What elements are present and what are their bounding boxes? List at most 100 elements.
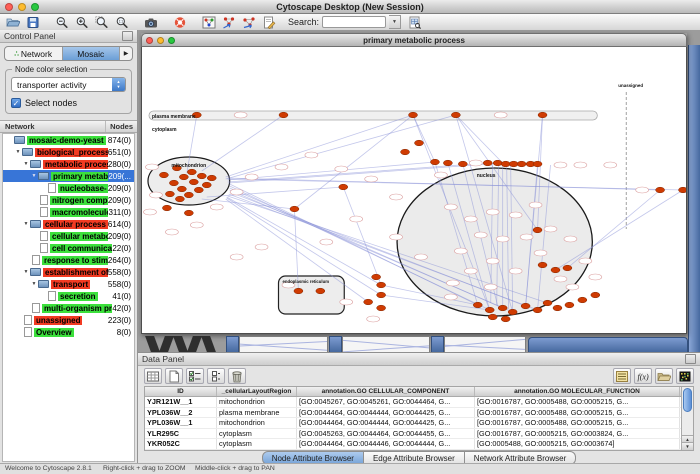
network-node[interactable]	[483, 160, 492, 166]
background-window-titlebar[interactable]	[329, 336, 342, 352]
expand-triangle-icon[interactable]: ▼	[14, 149, 22, 155]
tree-row[interactable]: nucleobase-209(0)	[3, 182, 134, 194]
table-scrollbar[interactable]: ▲ ▼	[681, 387, 693, 450]
close-window-button[interactable]	[5, 3, 13, 11]
network-node[interactable]	[187, 169, 196, 175]
network-node[interactable]	[165, 191, 174, 197]
tree-row[interactable]: ▼biological_process651(0)	[3, 146, 134, 158]
network-node[interactable]	[563, 265, 572, 271]
node-color-dropdown[interactable]: transporter activity ▲▼	[11, 77, 126, 92]
scroll-down-icon[interactable]: ▼	[682, 442, 693, 450]
background-window-thumbnail[interactable]	[444, 336, 526, 352]
network-node[interactable]	[430, 159, 439, 165]
table-row[interactable]: YKR052Ccytoplasm[GO:0044464, GO:0044446,…	[145, 439, 681, 450]
network-window[interactable]: primary metabolic process plasma membran…	[141, 33, 687, 334]
network-node[interactable]	[189, 179, 198, 185]
network-node[interactable]	[202, 182, 211, 188]
create-attribute-icon[interactable]	[165, 368, 183, 384]
select-nodes-option[interactable]: ✓ Select nodes	[11, 98, 126, 108]
network-node[interactable]	[169, 180, 178, 186]
tree-row[interactable]: ▼transport558(0)	[3, 278, 134, 290]
expand-triangle-icon[interactable]: ▼	[30, 173, 38, 179]
save-icon[interactable]	[24, 15, 42, 30]
tree-row[interactable]: ▼establishment of lo558(0)	[3, 266, 134, 278]
network-node[interactable]	[679, 187, 686, 193]
column-header[interactable]: ID	[145, 387, 217, 396]
select-nodes-checkbox[interactable]: ✓	[11, 98, 21, 108]
help-icon[interactable]	[171, 15, 189, 30]
import-table-icon[interactable]	[406, 15, 424, 30]
network-node[interactable]	[553, 305, 562, 311]
float-panel-icon[interactable]	[122, 31, 133, 41]
tab-network[interactable]: ∴Network	[5, 47, 63, 60]
zoom-view-button[interactable]	[168, 37, 175, 44]
network-node[interactable]	[377, 282, 386, 288]
network-node[interactable]	[377, 305, 386, 311]
network-node[interactable]	[656, 187, 665, 193]
network-view-icon[interactable]	[200, 15, 218, 30]
table-row[interactable]: YPL036W__1mitochondrion[GO:0044464, GO:0…	[145, 418, 681, 429]
network-node[interactable]	[401, 149, 410, 155]
import-attributes-icon[interactable]	[655, 368, 673, 384]
network-node[interactable]	[533, 307, 542, 313]
network-node[interactable]	[177, 186, 186, 192]
table-row[interactable]: YLR295Ccytoplasm[GO:0045263, GO:0044464,…	[145, 429, 681, 440]
zoom-out-icon[interactable]	[53, 15, 71, 30]
minimize-window-button[interactable]	[18, 3, 26, 11]
background-window-thumbnail[interactable]	[342, 336, 430, 352]
expand-triangle-icon[interactable]: ▼	[22, 161, 30, 167]
float-panel-icon[interactable]	[685, 354, 696, 364]
network-node[interactable]	[533, 227, 542, 233]
apply-layout-icon-2[interactable]	[240, 15, 258, 30]
network-node[interactable]	[184, 210, 193, 216]
network-node[interactable]	[197, 173, 206, 179]
tree-row[interactable]: nitrogen compo209(0)	[3, 194, 134, 206]
network-node[interactable]	[591, 292, 600, 298]
network-node[interactable]	[339, 184, 348, 190]
network-node[interactable]	[414, 140, 423, 146]
expand-triangle-icon[interactable]: ▼	[22, 269, 30, 275]
tree-row[interactable]: cellular metabo209(0)	[3, 230, 134, 242]
apply-layout-icon-1[interactable]	[220, 15, 238, 30]
network-node[interactable]	[509, 161, 518, 167]
column-header[interactable]: annotation.GO MOLECULAR_FUNCTION	[475, 387, 680, 396]
network-node[interactable]	[538, 262, 547, 268]
network-window-titlebar[interactable]: primary metabolic process	[141, 33, 687, 47]
tree-row[interactable]: unassigned223(0)	[3, 314, 134, 326]
unselect-attributes-icon[interactable]	[207, 368, 225, 384]
tree-row[interactable]: secretion41(0)	[3, 290, 134, 302]
table-row[interactable]: YPL036W__2plasma membrane[GO:0044464, GO…	[145, 408, 681, 419]
search-dropdown-button[interactable]: ▼	[389, 15, 401, 29]
tree-row[interactable]: ▼cellular process614(0)	[3, 218, 134, 230]
zoom-fit-icon[interactable]: 1:1	[113, 15, 131, 30]
grid-view-icon[interactable]	[144, 368, 162, 384]
network-node[interactable]	[290, 206, 299, 212]
network-node[interactable]	[207, 175, 216, 181]
annotation-icon[interactable]	[260, 15, 278, 30]
zoom-in-icon[interactable]	[73, 15, 91, 30]
background-window-thumbnail[interactable]	[239, 336, 328, 352]
background-window-titlebar[interactable]	[528, 337, 688, 352]
tree-row[interactable]: mosaic-demo-yeast874(0)	[3, 134, 134, 146]
close-view-button[interactable]	[146, 37, 153, 44]
network-node[interactable]	[521, 303, 530, 309]
nodes-column-header[interactable]: Nodes	[105, 121, 137, 132]
network-node[interactable]	[501, 161, 510, 167]
background-window-titlebar[interactable]	[431, 336, 444, 352]
network-node[interactable]	[458, 161, 467, 167]
network-node[interactable]	[578, 297, 587, 303]
attribute-matrix-icon[interactable]	[676, 368, 694, 384]
network-node[interactable]	[159, 172, 168, 178]
network-node[interactable]	[175, 196, 184, 202]
network-node[interactable]	[294, 288, 303, 294]
network-node[interactable]	[501, 316, 510, 322]
expand-triangle-icon[interactable]: ▼	[30, 281, 38, 287]
tree-row[interactable]: cell communicat22(0)	[3, 242, 134, 254]
network-node[interactable]	[443, 160, 452, 166]
network-node[interactable]	[533, 161, 542, 167]
scrollbar-thumb[interactable]	[683, 388, 692, 412]
function-builder-icon[interactable]: f(x)	[634, 368, 652, 384]
network-node[interactable]	[372, 274, 381, 280]
network-node[interactable]	[316, 288, 325, 294]
column-header[interactable]: _cellularLayoutRegion	[217, 387, 297, 396]
